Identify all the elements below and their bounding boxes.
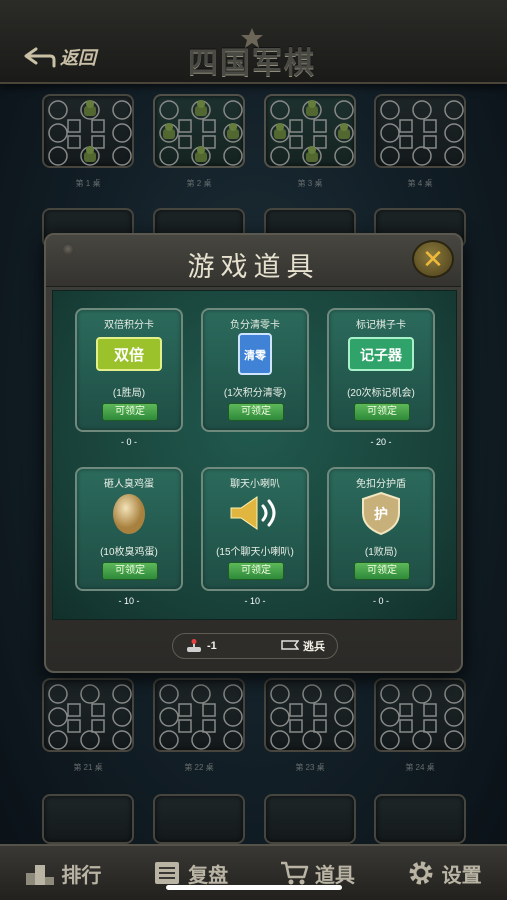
claim-button[interactable]: 可领定 <box>354 403 410 421</box>
item-card-double-points: 双倍积分卡 双倍 (1胜局) 可领定 <box>75 308 183 432</box>
home-indicator <box>166 885 342 890</box>
item-count: - 10 - <box>118 596 140 606</box>
nav-items[interactable]: 道具 <box>279 859 355 888</box>
bottom-nav: 排行 复盘 道具 设置 <box>0 844 507 900</box>
dialog-header: 游戏道具 ✕ <box>46 235 461 287</box>
ranking-podium-icon <box>26 865 55 885</box>
claim-button[interactable]: 可领定 <box>228 403 284 421</box>
item-name: 砸人臭鸡蛋 <box>104 479 154 490</box>
item-desc: (1次积分清零) <box>223 388 287 399</box>
double-card-icon: 双倍 <box>96 337 162 371</box>
nav-label: 道具 <box>314 864 355 887</box>
shopping-cart-icon <box>280 861 309 885</box>
back-button[interactable]: 返回 <box>22 44 96 70</box>
dialog-body: 双倍积分卡 双倍 (1胜局) 可领定 - 0 - 负分清零卡 清零 (1次积分清… <box>52 290 457 620</box>
item-name: 负分清零卡 <box>230 320 280 331</box>
item-count: - 0 - <box>372 596 389 606</box>
replay-board-icon <box>155 862 180 884</box>
item-dialog: 游戏道具 ✕ 双倍积分卡 双倍 (1胜局) 可领定 - 0 - 负分清零卡 清零… <box>44 233 463 673</box>
icon-text: 护 <box>374 506 388 523</box>
dialog-title: 游戏道具 <box>187 252 320 283</box>
item-desc: (1胜局) <box>112 388 146 399</box>
item-desc: (1败局) <box>364 547 398 558</box>
item-desc: (10枚臭鸡蛋) <box>100 547 158 558</box>
game-logo: 四国军棋 <box>152 28 352 84</box>
icon-text: 记子器 <box>360 348 403 364</box>
item-desc: (15个聊天小喇叭) <box>216 547 294 558</box>
escape-flag-icon <box>281 640 299 650</box>
nav-label: 排行 <box>61 864 102 887</box>
item-card-egg: 砸人臭鸡蛋 (10枚臭鸡蛋) 可领定 <box>75 467 183 591</box>
nav-ranking[interactable]: 排行 <box>25 859 101 888</box>
item-desc: (20次标记机会) <box>347 388 415 399</box>
egg-icon <box>113 494 145 534</box>
item-count: - 20 - <box>370 437 392 447</box>
nav-settings[interactable]: 设置 <box>406 859 482 888</box>
joystick-icon <box>187 639 201 652</box>
item-name: 聊天小喇叭 <box>230 479 280 490</box>
penalty-value: -1 <box>207 640 217 652</box>
item-card-clear-score: 负分清零卡 清零 (1次积分清零) 可领定 <box>201 308 309 432</box>
escape-label: 逃兵 <box>303 641 325 653</box>
item-count: - 10 - <box>244 596 266 606</box>
back-arrow-icon <box>24 47 56 68</box>
claim-button[interactable]: 可领定 <box>354 562 410 580</box>
item-card-shield: 免扣分护盾 护 (1败局) 可领定 <box>327 467 435 591</box>
clear-card-icon: 清零 <box>238 333 272 375</box>
icon-text: 双倍 <box>114 346 144 364</box>
item-name: 免扣分护盾 <box>356 479 406 490</box>
star-emblem-icon <box>241 28 263 48</box>
speaker-icon <box>230 496 276 530</box>
icon-text: 清零 <box>244 348 267 362</box>
nav-label: 复盘 <box>188 864 229 887</box>
nav-replay[interactable]: 复盘 <box>152 859 228 888</box>
escape-label-group: 逃兵 <box>281 638 325 654</box>
item-name: 双倍积分卡 <box>104 320 154 331</box>
claim-button[interactable]: 可领定 <box>102 562 158 580</box>
close-button[interactable]: ✕ <box>412 240 454 278</box>
gear-icon <box>409 861 433 885</box>
item-card-marker: 标记棋子卡 记子器 (20次标记机会) 可领定 <box>327 308 435 432</box>
claim-button[interactable]: 可领定 <box>228 562 284 580</box>
marker-card-icon: 记子器 <box>348 337 414 371</box>
item-name: 标记棋子卡 <box>356 320 406 331</box>
back-label: 返回 <box>60 48 96 69</box>
claim-button[interactable]: 可领定 <box>102 403 158 421</box>
close-icon: ✕ <box>422 243 444 274</box>
item-card-speaker: 聊天小喇叭 (15个聊天小喇叭) 可领定 <box>201 467 309 591</box>
top-bar: 返回 四国军棋 <box>0 0 507 84</box>
penalty-bar: -1 逃兵 <box>172 633 338 659</box>
nav-label: 设置 <box>441 864 482 887</box>
shield-icon: 护 <box>362 491 400 535</box>
item-count: - 0 - <box>120 437 137 447</box>
score-penalty: -1 <box>185 639 217 653</box>
